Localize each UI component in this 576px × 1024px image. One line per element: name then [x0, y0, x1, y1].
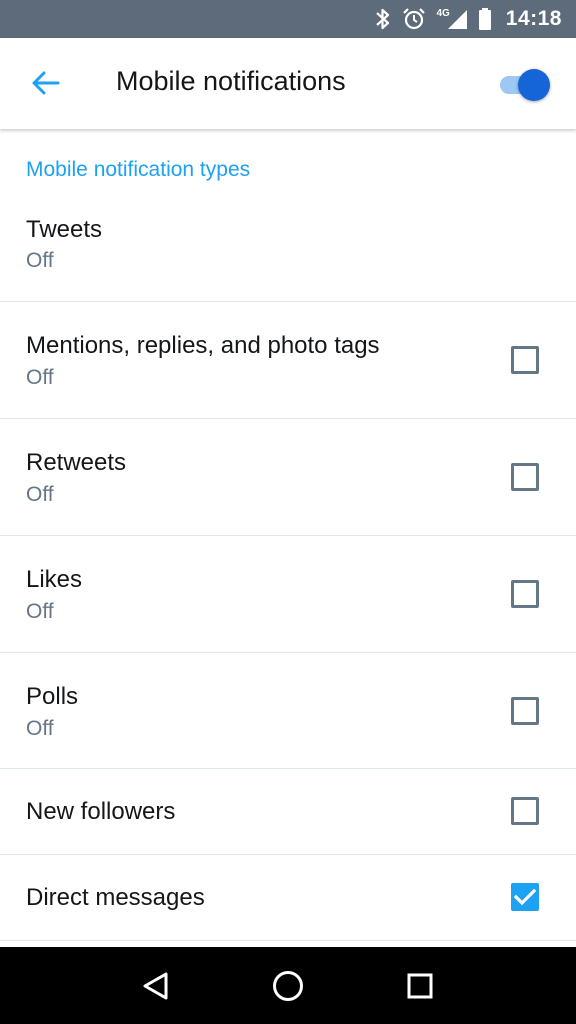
setting-title: Mentions, replies, and photo tags — [26, 332, 380, 359]
status-time: 14:18 — [505, 7, 562, 30]
checkbox-mentions[interactable] — [511, 346, 539, 374]
setting-subtitle: Off — [26, 249, 54, 272]
system-nav-bar — [0, 947, 576, 1024]
checkbox-polls[interactable] — [511, 697, 539, 725]
checkmark-icon — [514, 888, 536, 906]
alarm-icon — [402, 7, 426, 31]
arrow-left-icon — [32, 71, 60, 95]
app-bar: Mobile notifications — [0, 38, 576, 129]
signal-icon: 4G — [436, 8, 467, 30]
checkbox-likes[interactable] — [511, 580, 539, 608]
setting-row-polls[interactable]: Polls Off — [0, 653, 576, 769]
setting-subtitle: Off — [26, 717, 54, 740]
status-bar: 4G 14:18 — [0, 0, 576, 38]
checkbox-retweets[interactable] — [511, 463, 539, 491]
recents-square-icon — [407, 973, 433, 998]
page-title: Mobile notifications — [116, 66, 346, 96]
master-notifications-toggle[interactable] — [498, 68, 552, 102]
home-circle-icon — [273, 970, 303, 1001]
setting-row-mentions[interactable]: Mentions, replies, and photo tags Off — [0, 302, 576, 419]
setting-title: Retweets — [26, 449, 127, 476]
checkbox-new-followers[interactable] — [511, 797, 539, 825]
checkbox-direct-messages[interactable] — [511, 883, 539, 911]
setting-subtitle: Off — [26, 483, 54, 506]
back-triangle-icon — [143, 972, 168, 999]
setting-subtitle: Off — [26, 366, 54, 389]
settings-list: Mobile notification types Tweets Off Men… — [0, 129, 576, 947]
setting-title: New followers — [26, 798, 176, 825]
battery-icon — [478, 7, 492, 31]
nav-back-button[interactable] — [136, 966, 176, 1006]
setting-row-new-followers[interactable]: New followers — [0, 769, 576, 855]
bluetooth-icon — [374, 7, 392, 31]
setting-row-tweets[interactable]: Tweets Off — [0, 184, 576, 302]
setting-row-retweets[interactable]: Retweets Off — [0, 419, 576, 536]
section-header: Mobile notification types — [26, 158, 251, 181]
setting-title: Direct messages — [26, 884, 205, 911]
setting-title: Polls — [26, 683, 79, 710]
setting-subtitle: Off — [26, 600, 54, 623]
toggle-knob — [518, 69, 550, 101]
back-button[interactable] — [28, 68, 62, 98]
setting-row-likes[interactable]: Likes Off — [0, 536, 576, 653]
nav-home-button[interactable] — [268, 966, 308, 1006]
network-type-label: 4G — [436, 7, 450, 19]
setting-title: Tweets — [26, 216, 103, 243]
setting-title: Likes — [26, 566, 83, 593]
nav-recents-button[interactable] — [400, 966, 440, 1006]
setting-row-direct-messages[interactable]: Direct messages — [0, 855, 576, 941]
